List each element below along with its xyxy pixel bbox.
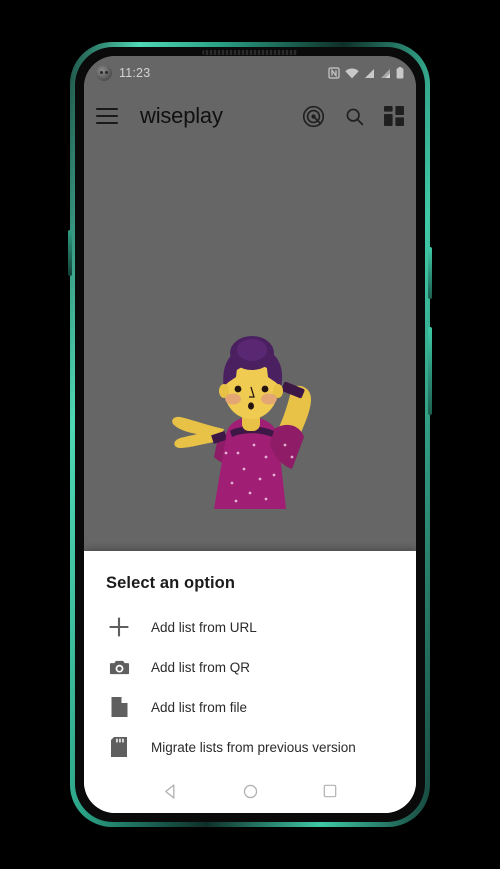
status-bar-left: 11:23 xyxy=(96,65,150,81)
battery-icon xyxy=(396,67,404,79)
signal-one-icon xyxy=(364,68,375,79)
phone-frame: 11:23 wiseplay Select an option Add list… xyxy=(68,42,432,827)
signal-two-icon xyxy=(380,68,391,79)
sd-card-icon xyxy=(106,736,132,758)
page-title: wiseplay xyxy=(140,103,223,128)
cast-icon[interactable] xyxy=(302,105,325,128)
confused-woman-illustration xyxy=(172,336,312,509)
phone-power-button[interactable] xyxy=(428,247,432,299)
bottom-sheet: Select an option Add list from URL Add l… xyxy=(84,551,416,813)
option-migrate-lists[interactable]: Migrate lists from previous version xyxy=(84,727,416,767)
back-triangle-icon[interactable] xyxy=(162,783,179,800)
screenshot-root: 11:23 wiseplay Select an option Add list… xyxy=(0,0,500,869)
phone-screen: 11:23 wiseplay Select an option Add list… xyxy=(84,56,416,813)
option-label: Add list from URL xyxy=(151,619,257,635)
nfc-icon xyxy=(328,67,340,79)
bottom-sheet-options: Add list from URL Add list from QR Add l… xyxy=(84,607,416,767)
option-label: Add list from file xyxy=(151,699,248,715)
option-add-list-from-url[interactable]: Add list from URL xyxy=(84,607,416,647)
home-circle-icon[interactable] xyxy=(242,783,259,800)
option-add-list-from-qr[interactable]: Add list from QR xyxy=(84,647,416,687)
wifi-icon xyxy=(345,67,359,79)
grid-view-icon[interactable] xyxy=(384,106,404,126)
toolbar-actions xyxy=(302,105,404,128)
recents-square-icon[interactable] xyxy=(322,783,338,799)
search-icon[interactable] xyxy=(344,106,365,127)
camera-icon xyxy=(106,657,132,678)
earpiece-speaker xyxy=(202,50,298,55)
status-bar: 11:23 xyxy=(84,56,416,90)
phone-bezel: 11:23 wiseplay Select an option Add list… xyxy=(75,47,425,822)
phone-left-button[interactable] xyxy=(68,230,72,276)
hamburger-menu-icon[interactable] xyxy=(96,108,118,124)
android-navigation-bar xyxy=(84,769,416,813)
option-label: Add list from QR xyxy=(151,659,251,675)
status-bar-clock: 11:23 xyxy=(119,66,151,80)
option-add-list-from-file[interactable]: Add list from file xyxy=(84,687,416,727)
plus-icon xyxy=(106,616,132,638)
option-label: Migrate lists from previous version xyxy=(151,739,356,755)
bottom-sheet-title: Select an option xyxy=(106,574,236,592)
app-toolbar: wiseplay xyxy=(84,90,416,142)
status-bar-right xyxy=(328,67,404,79)
notification-dot-icon xyxy=(96,65,112,81)
phone-volume-button[interactable] xyxy=(428,327,432,415)
file-icon xyxy=(106,696,132,718)
